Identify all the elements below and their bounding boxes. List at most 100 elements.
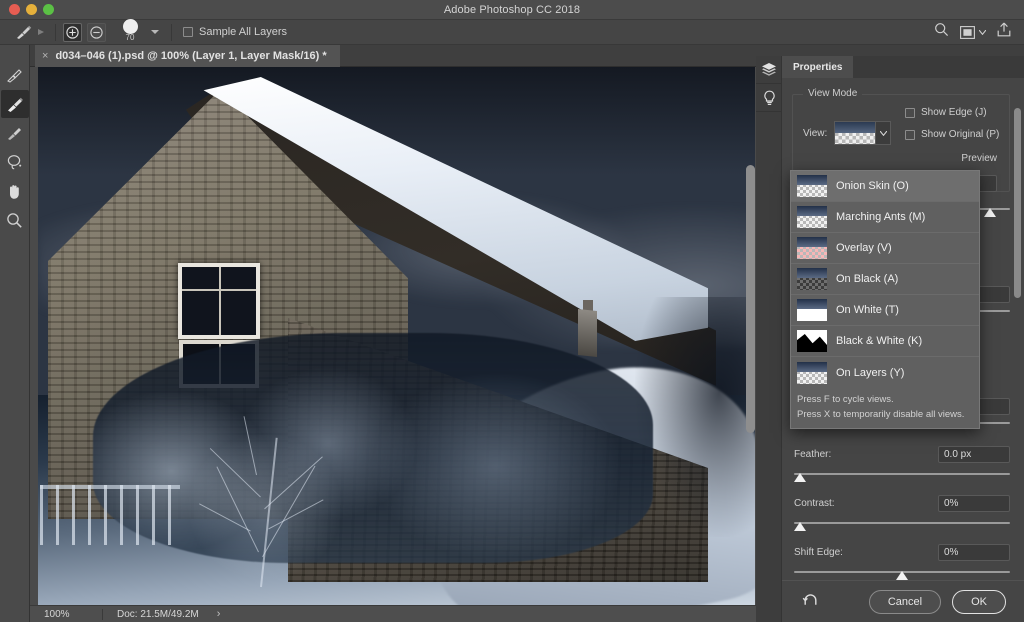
document-canvas[interactable] <box>30 67 765 605</box>
options-bar: 70 Sample All Layers <box>0 19 1024 45</box>
feather-slider[interactable] <box>794 471 1010 483</box>
bare-tree <box>150 397 380 605</box>
feather-field[interactable]: 0.0 px <box>938 446 1010 463</box>
status-chevron-icon[interactable]: › <box>217 608 221 620</box>
slider-thumb[interactable] <box>984 208 996 217</box>
panel-footer: Cancel OK <box>782 580 1024 622</box>
title-bar: Adobe Photoshop CC 2018 <box>0 0 1024 20</box>
panel-tab-strip: Properties <box>782 56 1024 78</box>
brush-options-chevron-down-icon[interactable] <box>151 30 159 34</box>
chevron-down-icon[interactable] <box>876 121 892 145</box>
refine-edge-brush-tool[interactable] <box>0 90 29 118</box>
panel-body: View Mode View: Show Edge (J) Show Origi… <box>782 78 1024 622</box>
contrast-slider[interactable] <box>794 520 1010 532</box>
marching-ants-thumb-icon <box>797 206 827 228</box>
options-bar-right-icons <box>934 22 1024 42</box>
photoshop-window: Adobe Photoshop CC 2018 70 Sample All La… <box>0 0 1024 622</box>
photo-snowy-stone-barn <box>38 67 755 605</box>
sample-all-layers-checkbox[interactable]: Sample All Layers <box>183 26 287 38</box>
dropdown-item-label: Black & White (K) <box>836 335 923 347</box>
shift-edge-label: Shift Edge: <box>794 547 843 558</box>
view-label: View: <box>803 127 828 139</box>
tab-properties[interactable]: Properties <box>782 56 854 78</box>
onion-skin-thumbnail-icon <box>834 121 877 145</box>
shift-edge-value: 0% <box>944 547 959 558</box>
on-black-thumb-icon <box>797 268 827 290</box>
dropdown-item-marching-ants[interactable]: Marching Ants (M) <box>791 202 979 233</box>
contrast-field[interactable]: 0% <box>938 495 1010 512</box>
dropdown-item-label: Onion Skin (O) <box>836 180 909 192</box>
app-title: Adobe Photoshop CC 2018 <box>443 3 581 16</box>
view-mode-dropdown-menu: Onion Skin (O) Marching Ants (M) Overlay… <box>790 170 980 429</box>
subtract-from-selection-button[interactable] <box>87 22 106 42</box>
slider-thumb[interactable] <box>794 473 806 482</box>
lasso-tool[interactable] <box>1 148 29 176</box>
hand-tool[interactable] <box>1 177 29 205</box>
show-original-label: Show Original (P) <box>921 129 1000 140</box>
quick-selection-tool[interactable] <box>1 61 29 89</box>
search-icon[interactable] <box>934 22 949 42</box>
workspace-switcher[interactable] <box>960 25 986 39</box>
rail-empty-slot <box>756 112 782 144</box>
cancel-label: Cancel <box>887 595 923 608</box>
panel-icon-rail <box>756 56 782 622</box>
zoom-level[interactable]: 100% <box>30 609 102 620</box>
feather-value: 0.0 px <box>944 449 972 460</box>
ok-label: OK <box>971 595 987 608</box>
brush-tool[interactable] <box>1 119 29 147</box>
document-tab[interactable]: × d034–046 (1).psd @ 100% (Layer 1, Laye… <box>35 45 340 67</box>
slider-thumb[interactable] <box>896 571 908 580</box>
ok-button[interactable]: OK <box>952 589 1006 614</box>
contrast-value: 0% <box>944 498 959 509</box>
panel-vertical-scrollbar[interactable] <box>1014 108 1021 298</box>
canvas-vertical-scrollbar[interactable] <box>746 165 755 433</box>
dropdown-item-on-layers[interactable]: On Layers (Y) <box>791 357 979 388</box>
layers-icon[interactable] <box>756 56 782 84</box>
on-white-thumb-icon <box>797 299 827 321</box>
slider-thumb[interactable] <box>794 522 806 531</box>
preview-label: Preview <box>961 153 997 164</box>
dropdown-item-black-and-white[interactable]: Black & White (K) <box>791 326 979 357</box>
black-white-thumb-icon <box>797 330 827 352</box>
dropdown-item-label: On Black (A) <box>836 273 899 285</box>
view-swatch-dropdown[interactable] <box>834 121 892 145</box>
add-to-selection-button[interactable] <box>63 22 82 42</box>
reset-arrow-icon[interactable] <box>802 592 819 612</box>
brush-size-value: 70 <box>125 33 135 42</box>
cancel-button[interactable]: Cancel <box>868 589 942 614</box>
dropdown-item-label: Marching Ants (M) <box>836 211 926 223</box>
document-size-info: Doc: 21.5M/49.2M <box>117 608 199 620</box>
dropdown-item-on-white[interactable]: On White (T) <box>791 295 979 326</box>
on-layers-thumb-icon <box>797 361 827 384</box>
preview-checkbox[interactable]: Preview <box>961 153 997 164</box>
tool-preset-chevron-icon[interactable] <box>38 28 48 36</box>
checkbox-box <box>905 129 915 140</box>
tools-panel <box>0 45 30 622</box>
share-icon[interactable] <box>997 22 1011 42</box>
dropdown-item-on-black[interactable]: On Black (A) <box>791 264 979 295</box>
dropdown-item-label: Overlay (V) <box>836 242 892 254</box>
contrast-control: Contrast: 0% <box>794 495 1010 532</box>
footer-buttons: Cancel OK <box>868 589 1024 614</box>
shift-edge-field[interactable]: 0% <box>938 544 1010 561</box>
chimney <box>578 309 597 357</box>
brush-size-preview[interactable]: 70 <box>113 19 147 45</box>
adjustments-bulb-icon[interactable] <box>756 84 782 112</box>
feather-control: Feather: 0.0 px <box>794 446 1010 483</box>
onion-skin-thumb-icon <box>797 175 827 197</box>
show-edge-checkbox[interactable]: Show Edge (J) <box>905 107 987 118</box>
dropdown-hint-line-2: Press X to temporarily disable all views… <box>797 408 965 420</box>
shift-edge-control: Shift Edge: 0% <box>794 544 1010 581</box>
chevron-down-icon <box>979 29 986 35</box>
show-original-checkbox[interactable]: Show Original (P) <box>905 129 999 140</box>
properties-panel: Properties View Mode View: Show Edge (J)… <box>782 56 1024 622</box>
dropdown-item-onion-skin[interactable]: Onion Skin (O) <box>791 171 979 202</box>
refine-edge-brush-icon[interactable] <box>8 25 38 40</box>
dropdown-item-overlay[interactable]: Overlay (V) <box>791 233 979 264</box>
brush-dot-icon <box>122 19 138 34</box>
dark-right-vignette <box>635 297 755 537</box>
slider-track <box>794 473 1010 475</box>
zoom-tool[interactable] <box>1 206 29 234</box>
snow-fence <box>40 485 180 545</box>
close-icon[interactable]: × <box>42 50 48 62</box>
